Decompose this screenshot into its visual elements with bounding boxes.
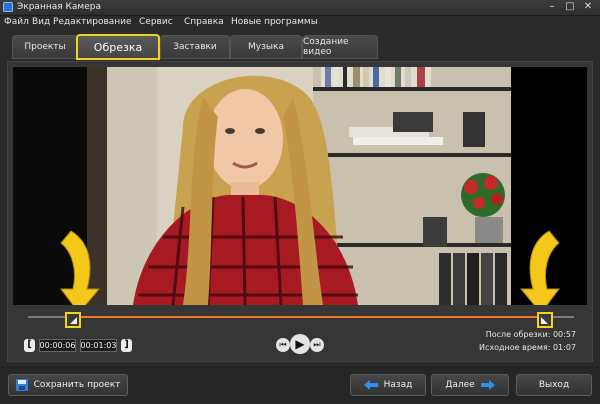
start-time-field[interactable]: 00:00:06 xyxy=(39,339,76,352)
window-controls: – □ ✕ xyxy=(544,1,596,13)
menu-new-programs[interactable]: Новые программы xyxy=(231,17,318,27)
trim-end-marker[interactable] xyxy=(537,312,553,328)
video-frame xyxy=(13,67,587,314)
tab-music[interactable]: Музыка xyxy=(230,35,302,59)
minimize-icon[interactable]: – xyxy=(544,1,560,13)
tab-trim[interactable]: Обрезка xyxy=(76,34,160,60)
floppy-disk-icon xyxy=(15,379,28,391)
next-button[interactable]: Далее xyxy=(431,374,509,396)
back-button[interactable]: Назад xyxy=(350,374,426,396)
next-label: Далее xyxy=(445,380,475,390)
tab-create-video[interactable]: Создание видео xyxy=(302,35,378,59)
window-title: Экранная Камера xyxy=(17,2,101,12)
menu-service[interactable]: Сервис xyxy=(139,17,173,27)
app-icon xyxy=(3,2,13,12)
fast-forward-icon[interactable]: ⏭ xyxy=(310,338,324,352)
menu-file[interactable]: Файл xyxy=(4,17,29,27)
trim-start-marker[interactable] xyxy=(65,312,81,328)
arrow-right-icon xyxy=(480,380,495,390)
exit-button[interactable]: Выход xyxy=(516,374,592,396)
after-trim-value: 00:57 xyxy=(552,330,576,339)
tab-intros[interactable]: Заставки xyxy=(160,35,230,59)
exit-label: Выход xyxy=(538,380,570,390)
video-preview xyxy=(13,67,587,314)
menu-edit[interactable]: Редактирование xyxy=(53,17,132,27)
source-time-value: 01:07 xyxy=(552,343,576,352)
save-project-label: Сохранить проект xyxy=(33,380,121,390)
after-trim-label: После обрезки: xyxy=(485,330,551,339)
menu-view[interactable]: Вид xyxy=(32,17,50,27)
close-icon[interactable]: ✕ xyxy=(580,1,596,13)
title-bar: Экранная Камера – □ ✕ xyxy=(0,0,600,16)
after-trim-info: После обрезки: 00:57 xyxy=(446,330,576,339)
menu-bar: Файл Вид Редактирование Сервис Справка Н… xyxy=(0,16,600,30)
source-time-info: Исходное время: 01:07 xyxy=(446,343,576,352)
maximize-icon[interactable]: □ xyxy=(562,1,578,13)
save-project-button[interactable]: Сохранить проект xyxy=(8,374,128,396)
end-time-field[interactable]: 00:01:03 xyxy=(80,339,117,352)
set-start-button[interactable]: [ xyxy=(24,339,35,352)
tab-projects[interactable]: Проекты xyxy=(12,35,78,59)
source-time-label: Исходное время: xyxy=(479,343,551,352)
arrow-left-icon xyxy=(363,380,378,390)
play-icon[interactable]: ▶ xyxy=(290,334,310,354)
timeline-selection xyxy=(68,316,544,318)
back-label: Назад xyxy=(383,380,413,390)
rewind-icon[interactable]: ⏮ xyxy=(276,338,290,352)
menu-help[interactable]: Справка xyxy=(184,17,224,27)
set-end-button[interactable]: ] xyxy=(121,339,132,352)
